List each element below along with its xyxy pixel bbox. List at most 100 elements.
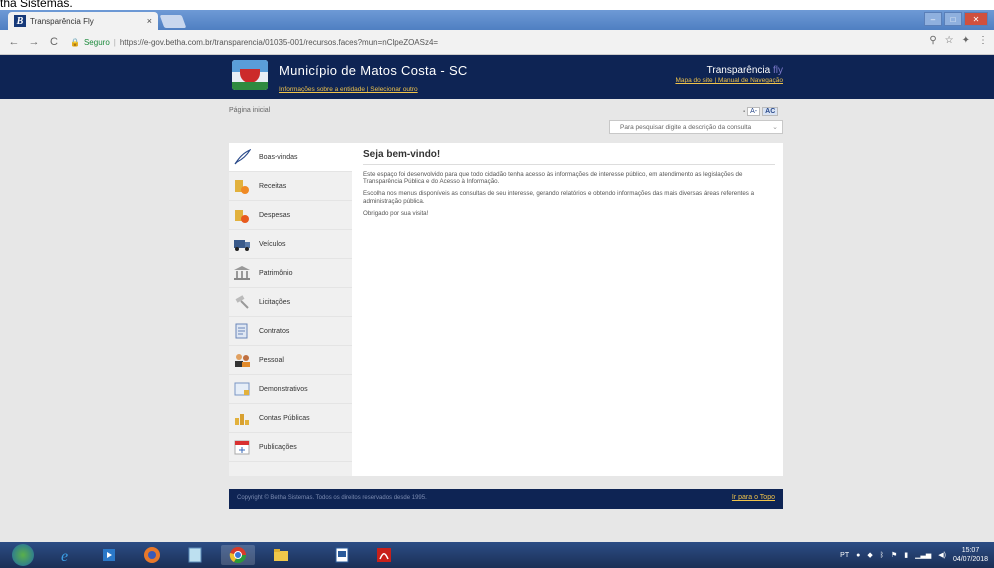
sidebar-item-patrimonio[interactable]: Patrimônio — [229, 259, 352, 288]
font-decrease-button[interactable]: A- — [747, 107, 761, 116]
clock-time: 15:07 — [961, 547, 980, 554]
sidebar-item-demonstrativos[interactable]: Demonstrativos — [229, 375, 352, 404]
gavel-icon — [233, 294, 251, 310]
brand-links[interactable]: Mapa do site | Manual de Navegação — [675, 77, 783, 84]
acrobat-icon[interactable] — [367, 545, 401, 565]
bluetooth-icon[interactable]: ᛒ — [880, 552, 884, 559]
font-size-controls: ▪ A- AC — [743, 107, 779, 116]
calendar-icon — [233, 439, 251, 455]
sidebar-menu: Boas-vindas Receitas Despesas Veículos P… — [229, 143, 352, 476]
security-shield-icon[interactable]: ◆ — [867, 551, 872, 559]
brand-name: Transparência fly — [706, 65, 783, 76]
start-button[interactable] — [12, 544, 34, 566]
chevron-down-icon[interactable]: ⌄ — [772, 123, 778, 131]
sidebar-item-label: Demonstrativos — [259, 385, 308, 393]
sidebar-item-label: Patrimônio — [259, 269, 293, 277]
back-icon[interactable]: ← — [8, 36, 20, 48]
chart-icon — [233, 410, 251, 426]
sidebar-item-label: Receitas — [259, 182, 287, 190]
new-tab-button[interactable] — [159, 15, 187, 28]
language-indicator[interactable]: PT — [840, 552, 849, 559]
welcome-paragraph: Este espaço foi desenvolvido para que to… — [363, 171, 743, 186]
system-tray: PT ● ◆ ᛒ ⚑ ▮ ▁▃▅ ◀) 15:07 04/07/2018 — [840, 546, 988, 564]
building-icon — [233, 265, 251, 281]
sidebar-item-pessoal[interactable]: Pessoal — [229, 346, 352, 375]
sidebar-item-despesas[interactable]: Despesas — [229, 201, 352, 230]
window-controls: – □ ✕ — [924, 12, 988, 26]
municipality-name: Município de Matos Costa - SC — [279, 63, 468, 78]
search-placeholder: Para pesquisar digite a descrição da con… — [620, 123, 752, 131]
forward-icon[interactable]: → — [28, 36, 40, 48]
firefox-icon[interactable] — [135, 545, 169, 565]
header-banner: Município de Matos Costa - SC Informaçõe… — [0, 55, 994, 99]
flag-icon[interactable]: ⚑ — [891, 551, 897, 559]
municipality-crest-icon — [232, 60, 268, 90]
search-input[interactable]: Para pesquisar digite a descrição da con… — [609, 120, 783, 134]
title-divider — [363, 164, 775, 165]
publisher-icon[interactable] — [325, 545, 359, 565]
sidebar-item-label: Pessoal — [259, 356, 284, 364]
address-bar: ← → C 🔒 Seguro | https://e-gov.betha.com… — [0, 30, 994, 55]
volume-icon[interactable]: ◀) — [938, 551, 946, 559]
font-normal-button[interactable]: AC — [762, 107, 779, 116]
sidebar-item-label: Contratos — [259, 327, 290, 335]
municipality-links[interactable]: Informações sobre a entidade | Seleciona… — [279, 86, 418, 93]
zoom-icon[interactable]: ⚲ — [929, 35, 936, 46]
page-title: Seja bem-vindo! — [363, 149, 441, 160]
extension-icon[interactable]: ✦ — [962, 35, 970, 46]
reload-icon[interactable]: C — [48, 36, 60, 48]
svg-text:e: e — [61, 548, 68, 564]
sidebar-item-label: Despesas — [259, 211, 291, 219]
battery-icon[interactable]: ▮ — [904, 551, 908, 559]
taskbar-clock[interactable]: 15:07 04/07/2018 — [953, 546, 988, 564]
sidebar-item-contas-publicas[interactable]: Contas Públicas — [229, 404, 352, 433]
contract-icon — [233, 323, 251, 339]
browser-titlebar: B Transparência Fly × – □ ✕ — [0, 10, 994, 30]
media-player-icon[interactable] — [92, 545, 126, 565]
maximize-icon[interactable]: □ — [944, 12, 962, 26]
truck-icon — [233, 236, 251, 252]
chrome-icon[interactable] — [221, 545, 255, 565]
notepad-icon[interactable] — [178, 545, 212, 565]
quill-icon — [233, 148, 252, 165]
minimize-icon[interactable]: – — [924, 12, 942, 26]
people-icon — [233, 352, 251, 368]
tab-close-icon[interactable]: × — [147, 16, 152, 26]
folder-icon[interactable] — [264, 545, 298, 565]
copyright-text: Copyright © Betha Sistemas. Todos os dir… — [237, 495, 427, 501]
network-signal-icon[interactable]: ▁▃▅ — [915, 551, 931, 559]
brand: Transparência fly Mapa do site | Manual … — [675, 65, 783, 84]
bookmark-star-icon[interactable]: ☆ — [945, 35, 954, 46]
sidebar-item-label: Publicações — [259, 443, 297, 451]
windows-taskbar: e PT ● ◆ ᛒ ⚑ ▮ ▁▃▅ ◀) 15:07 04/07/2018 — [0, 542, 994, 568]
url-field[interactable]: 🔒 Seguro | https://e-gov.betha.com.br/tr… — [70, 38, 438, 47]
antivirus-icon[interactable]: ● — [856, 552, 860, 559]
back-to-top-link[interactable]: Ir para o Topo — [732, 494, 775, 501]
breadcrumb[interactable]: Página inicial — [229, 107, 270, 114]
window-close-icon[interactable]: ✕ — [964, 12, 988, 26]
sidebar-item-veiculos[interactable]: Veículos — [229, 230, 352, 259]
clock-date: 04/07/2018 — [952, 556, 988, 563]
sidebar-item-label: Veículos — [259, 240, 286, 248]
sidebar-item-boas-vindas[interactable]: Boas-vindas — [229, 143, 352, 172]
address-bar-actions: ⚲ ☆ ✦ ⋮ — [929, 35, 988, 46]
sidebar-item-publicacoes[interactable]: Publicações — [229, 433, 352, 462]
report-icon — [233, 381, 251, 397]
sidebar-item-label: Boas-vindas — [259, 153, 298, 161]
ie-icon[interactable]: e — [50, 545, 84, 565]
welcome-paragraph: Obrigado por sua visita! — [363, 209, 429, 217]
coins-icon — [233, 178, 251, 194]
browser-tab[interactable]: B Transparência Fly × — [8, 12, 158, 30]
coins-out-icon — [233, 207, 251, 223]
font-size-marker: ▪ — [743, 108, 746, 115]
document-caption: tha Sistemas. — [0, 0, 73, 10]
menu-icon[interactable]: ⋮ — [978, 35, 988, 46]
sidebar-item-receitas[interactable]: Receitas — [229, 172, 352, 201]
secure-label: Seguro — [83, 37, 110, 47]
betha-logo-icon: B — [14, 15, 26, 27]
sidebar-item-label: Licitações — [259, 298, 291, 306]
page: Município de Matos Costa - SC Informaçõe… — [0, 55, 994, 542]
sidebar-item-licitacoes[interactable]: Licitações — [229, 288, 352, 317]
welcome-content: Seja bem-vindo! Este espaço foi desenvol… — [363, 149, 775, 222]
sidebar-item-contratos[interactable]: Contratos — [229, 317, 352, 346]
